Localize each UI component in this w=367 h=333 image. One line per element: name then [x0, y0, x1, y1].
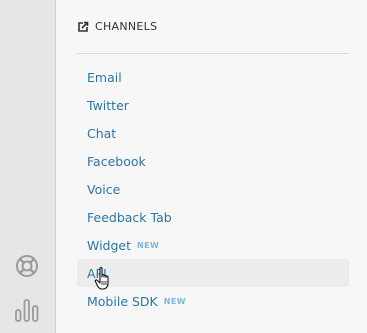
divider	[77, 53, 349, 54]
channel-item-mobile-sdk[interactable]: Mobile SDK NEW	[77, 287, 349, 315]
channel-item-widget[interactable]: Widget NEW	[77, 231, 349, 259]
channel-item-chat[interactable]: Chat	[77, 119, 349, 147]
channel-label: Feedback Tab	[87, 209, 172, 225]
channel-list: Email Twitter Chat Facebook Voice Feedba…	[77, 63, 349, 315]
channel-label: Chat	[87, 125, 117, 141]
channel-label: Widget	[87, 237, 132, 253]
share-icon	[78, 21, 89, 32]
new-badge: NEW	[137, 240, 160, 250]
channels-title: CHANNELS	[95, 20, 158, 33]
channel-label: Mobile SDK	[87, 293, 158, 309]
hand-pointer-icon	[94, 267, 109, 290]
channel-item-twitter[interactable]: Twitter	[77, 91, 349, 119]
new-badge: NEW	[163, 296, 186, 306]
channel-label: Email	[87, 69, 122, 85]
channel-item-facebook[interactable]: Facebook	[77, 147, 349, 175]
channel-label: Twitter	[87, 97, 129, 113]
channels-header: CHANNELS	[77, 20, 157, 33]
channel-item-api[interactable]: API	[77, 259, 349, 287]
lifebuoy-icon[interactable]	[13, 252, 41, 280]
channel-item-feedback-tab[interactable]: Feedback Tab	[77, 203, 349, 231]
channel-item-email[interactable]: Email	[77, 63, 349, 91]
channel-label: Facebook	[87, 153, 146, 169]
channel-item-voice[interactable]: Voice	[77, 175, 349, 203]
left-rail	[0, 0, 56, 333]
bar-chart-icon[interactable]	[13, 296, 41, 324]
channel-label: Voice	[87, 181, 121, 197]
